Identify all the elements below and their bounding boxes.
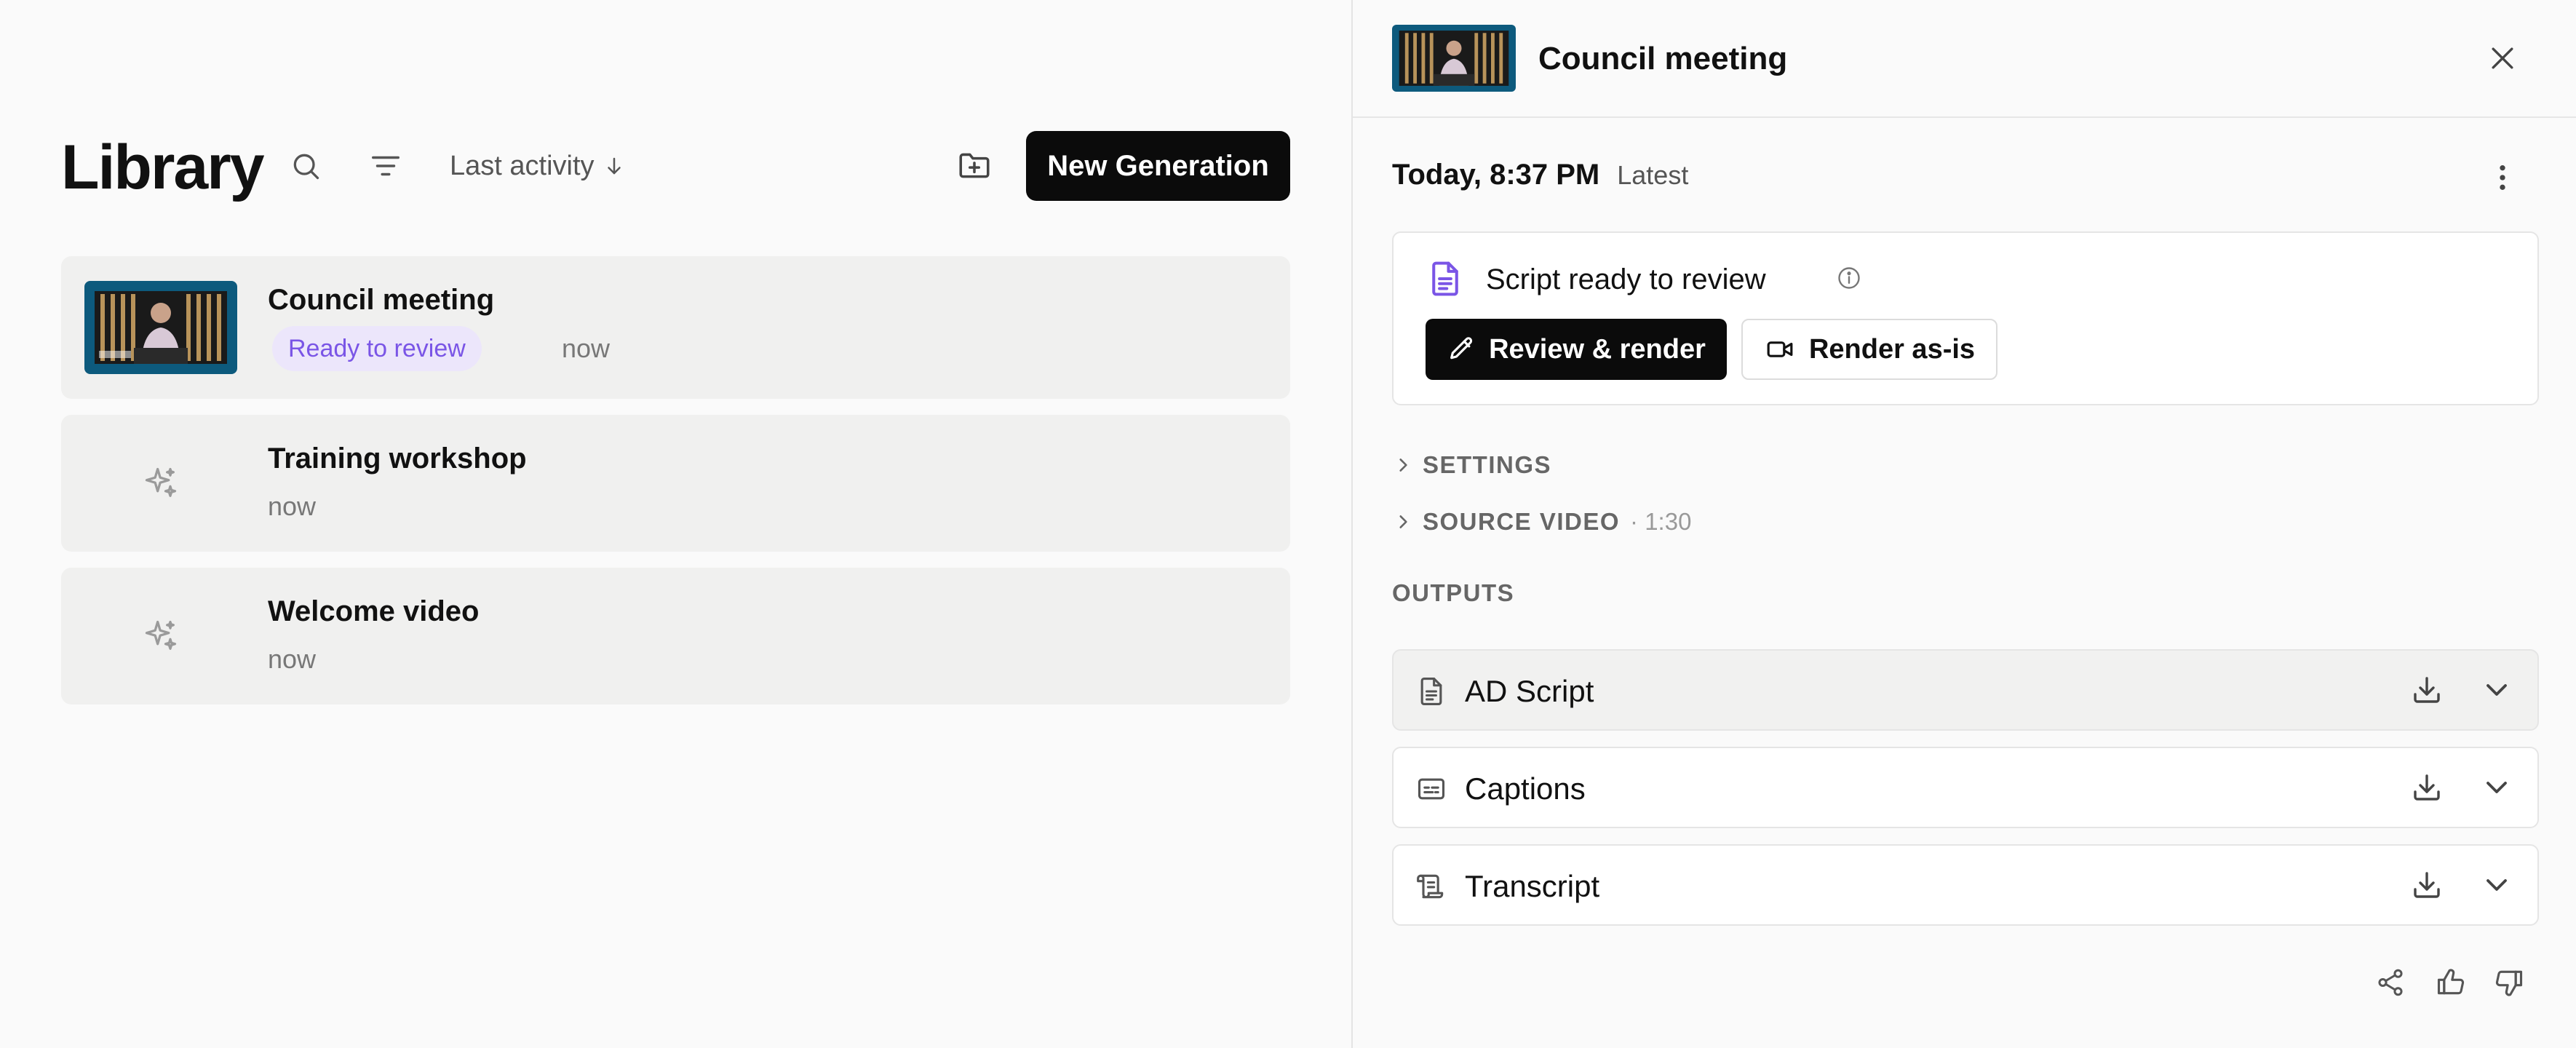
- chevron-right-icon: [1394, 512, 1412, 531]
- item-title: Training workshop: [268, 442, 527, 475]
- item-title: Welcome video: [268, 595, 480, 627]
- pencil-icon: [1447, 335, 1476, 364]
- document-icon: [1426, 258, 1465, 300]
- version-date: Today, 8:37 PM: [1392, 159, 1600, 191]
- item-time: now: [562, 333, 611, 363]
- output-ad-script[interactable]: AD Script: [1392, 649, 2539, 731]
- thumbs-up-icon[interactable]: [2431, 963, 2470, 1002]
- item-title: Council meeting: [268, 284, 495, 316]
- outputs-heading: OUTPUTS: [1392, 579, 1515, 606]
- document-icon: [1415, 675, 1447, 707]
- library-item-council-meeting[interactable]: Council meeting Ready to review now: [61, 256, 1290, 399]
- sort-dropdown[interactable]: Last activity: [450, 148, 625, 184]
- video-thumbnail: [84, 281, 237, 374]
- share-icon[interactable]: [2371, 963, 2410, 1002]
- panel-title: Council meeting: [1538, 41, 1788, 76]
- new-folder-icon[interactable]: [955, 146, 994, 185]
- info-icon[interactable]: [1836, 265, 1862, 291]
- sparkles-icon: [84, 590, 237, 683]
- output-name: Captions: [1465, 771, 1586, 806]
- review-card: Script ready to review Review & render R…: [1392, 231, 2539, 405]
- settings-label: SETTINGS: [1423, 451, 1552, 478]
- close-icon[interactable]: [2481, 36, 2524, 80]
- version-header: Today, 8:37 PM Latest: [1392, 159, 1688, 191]
- new-generation-button[interactable]: New Generation: [1026, 131, 1290, 201]
- library-item-welcome-video[interactable]: Welcome video now: [61, 568, 1290, 704]
- filter-icon[interactable]: [366, 146, 405, 186]
- review-render-label: Review & render: [1489, 333, 1706, 365]
- download-icon[interactable]: [2409, 770, 2444, 805]
- source-duration: · 1:30: [1630, 508, 1692, 535]
- download-icon[interactable]: [2409, 672, 2444, 707]
- arrow-down-icon: [603, 155, 625, 177]
- item-time: now: [268, 644, 317, 674]
- scroll-icon: [1415, 870, 1447, 902]
- output-name: AD Script: [1465, 674, 1594, 708]
- download-icon[interactable]: [2409, 868, 2444, 902]
- chevron-down-icon[interactable]: [2479, 672, 2514, 707]
- more-options-icon[interactable]: [2488, 159, 2517, 196]
- output-transcript[interactable]: Transcript: [1392, 844, 2539, 926]
- search-icon[interactable]: [286, 146, 325, 186]
- chevron-down-icon[interactable]: [2479, 868, 2514, 902]
- output-captions[interactable]: Captions: [1392, 747, 2539, 828]
- settings-toggle[interactable]: SETTINGS: [1394, 451, 1551, 479]
- sort-label: Last activity: [450, 150, 595, 181]
- output-name: Transcript: [1465, 869, 1600, 903]
- captions-icon: [1415, 773, 1447, 805]
- render-as-is-button[interactable]: Render as-is: [1741, 319, 1997, 380]
- item-time: now: [268, 491, 317, 521]
- version-tag: Latest: [1617, 160, 1689, 190]
- library-pane: Library Last activity New Generation Cou…: [0, 0, 1351, 1048]
- review-status-text: Script ready to review: [1486, 263, 1766, 295]
- sparkles-icon: [84, 437, 237, 530]
- page-title: Library: [61, 132, 265, 202]
- source-video-label: SOURCE VIDEO: [1423, 508, 1621, 535]
- source-video-toggle[interactable]: SOURCE VIDEO · 1:30: [1394, 508, 1691, 536]
- chevron-down-icon[interactable]: [2479, 770, 2514, 805]
- status-badge: Ready to review: [272, 326, 482, 371]
- review-render-button[interactable]: Review & render: [1426, 319, 1727, 380]
- library-item-training-workshop[interactable]: Training workshop now: [61, 415, 1290, 552]
- chevron-right-icon: [1394, 456, 1412, 475]
- render-as-is-label: Render as-is: [1808, 333, 1976, 365]
- panel-header: Council meeting: [1353, 0, 2576, 118]
- video-camera-icon: [1764, 335, 1796, 364]
- video-thumbnail: [1392, 25, 1516, 92]
- detail-panel: Council meeting Today, 8:37 PM Latest Sc…: [1351, 0, 2576, 1048]
- thumbs-down-icon[interactable]: [2489, 963, 2529, 1002]
